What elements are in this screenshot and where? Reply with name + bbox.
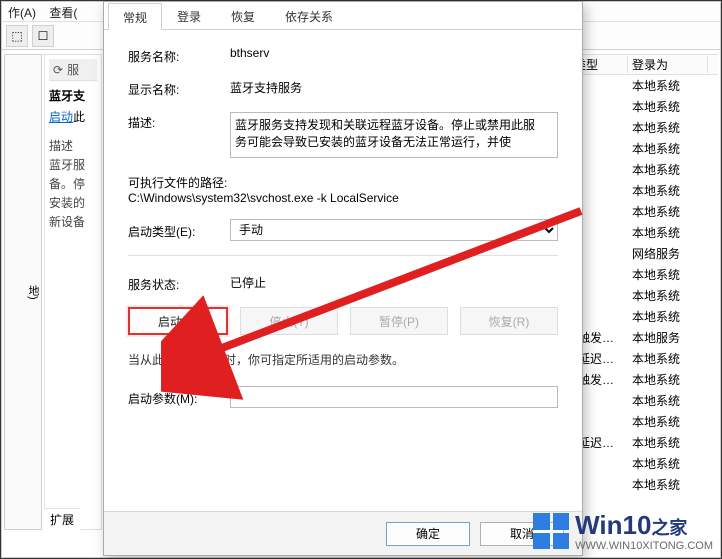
label-display-name: 显示名称: [128,79,230,98]
detail-pane-fragment: ⟳ 服 蓝牙支 启动此 描述 蓝牙服 备。停 安装的 新设备 [44,54,102,530]
start-link-suffix: 此 [73,110,85,124]
desc-line: 蓝牙服 [49,156,97,173]
label-service-name: 服务名称: [128,46,230,65]
service-title-fragment: 蓝牙支 [49,87,97,104]
value-exe-path: C:\Windows\system32\svchost.exe -k Local… [128,191,558,205]
desc-line: 备。停 [49,175,97,192]
cancel-button[interactable]: 取消 [480,522,564,546]
startup-type-select[interactable]: 手动 [230,219,558,241]
stop-button: 停止(T) [240,307,338,335]
divider [128,255,558,256]
detail-tabs[interactable]: 扩展 [44,508,80,530]
dialog-footer: 确定 取消 [104,511,582,555]
col-logon-as[interactable]: 登录为 [628,56,708,73]
desc-line: 安装的 [49,194,97,211]
tab-logon[interactable]: 登录 [162,2,216,29]
refresh-icon[interactable]: ⟳ [53,63,63,77]
start-button[interactable]: 启动(S) [128,307,228,335]
ok-button[interactable]: 确定 [386,522,470,546]
start-params-input[interactable] [230,386,558,408]
pause-button: 暂停(P) [350,307,448,335]
menu-view[interactable]: 查看( [49,6,77,20]
desc-label: 描述 [49,137,97,154]
tab-dependencies[interactable]: 依存关系 [270,2,348,29]
resume-button: 恢复(R) [460,307,558,335]
value-display-name: 蓝牙支持服务 [230,79,558,96]
label-description: 描述: [128,112,230,131]
toolbar-icon-2[interactable]: ☐ [32,25,54,47]
service-properties-dialog: 常规 登录 恢复 依存关系 服务名称: bthserv 显示名称: 蓝牙支持服务… [103,1,583,556]
left-tree-fragment: 地) [4,54,42,530]
label-startup-type: 启动类型(E): [128,221,230,240]
toolbar-icon-1[interactable]: ⬚ [6,25,28,47]
label-service-status: 服务状态: [128,274,230,293]
value-service-name: bthserv [230,46,558,60]
dialog-tabs: 常规 登录 恢复 依存关系 [104,2,582,30]
start-link[interactable]: 启动 [49,110,73,124]
tab-general[interactable]: 常规 [108,3,162,30]
start-params-hint: 当从此处启动服务时，你可指定所适用的启动参数。 [128,351,558,368]
tab-recovery[interactable]: 恢复 [216,2,270,29]
label-start-params: 启动参数(M): [128,388,230,407]
menu-action[interactable]: 作(A) [8,6,36,20]
description-textarea[interactable]: 蓝牙服务支持发现和关联远程蓝牙设备。停止或禁用此服务可能会导致已安装的蓝牙设备无… [230,112,558,158]
value-service-status: 已停止 [230,274,558,291]
desc-line: 新设备 [49,213,97,230]
panel-header-text: 服 [67,61,79,78]
label-exe-path: 可执行文件的路径: [128,172,558,191]
